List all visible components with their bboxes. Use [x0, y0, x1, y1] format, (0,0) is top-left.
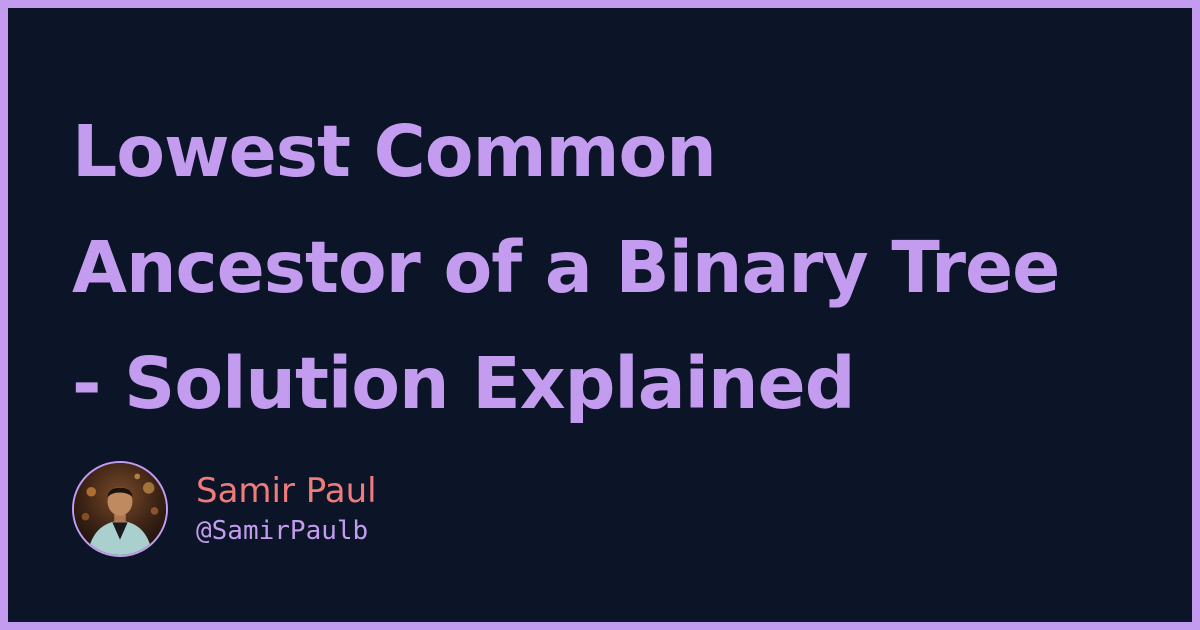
author-name: Samir Paul [196, 471, 377, 511]
card-frame: Lowest Common Ancestor of a Binary Tree … [8, 8, 1192, 622]
avatar [72, 461, 168, 557]
author-block: Samir Paul @SamirPaulb [72, 459, 377, 559]
author-handle: @SamirPaulb [196, 516, 369, 546]
avatar-photo [74, 463, 166, 555]
title-line-1: Lowest Common [72, 110, 717, 193]
title-line-2: Ancestor of a Binary Tree [72, 226, 1060, 309]
post-title: Lowest Common Ancestor of a Binary Tree … [72, 94, 1162, 442]
title-line-3: - Solution Explained [72, 342, 856, 425]
author-text: Samir Paul @SamirPaulb [196, 469, 377, 549]
